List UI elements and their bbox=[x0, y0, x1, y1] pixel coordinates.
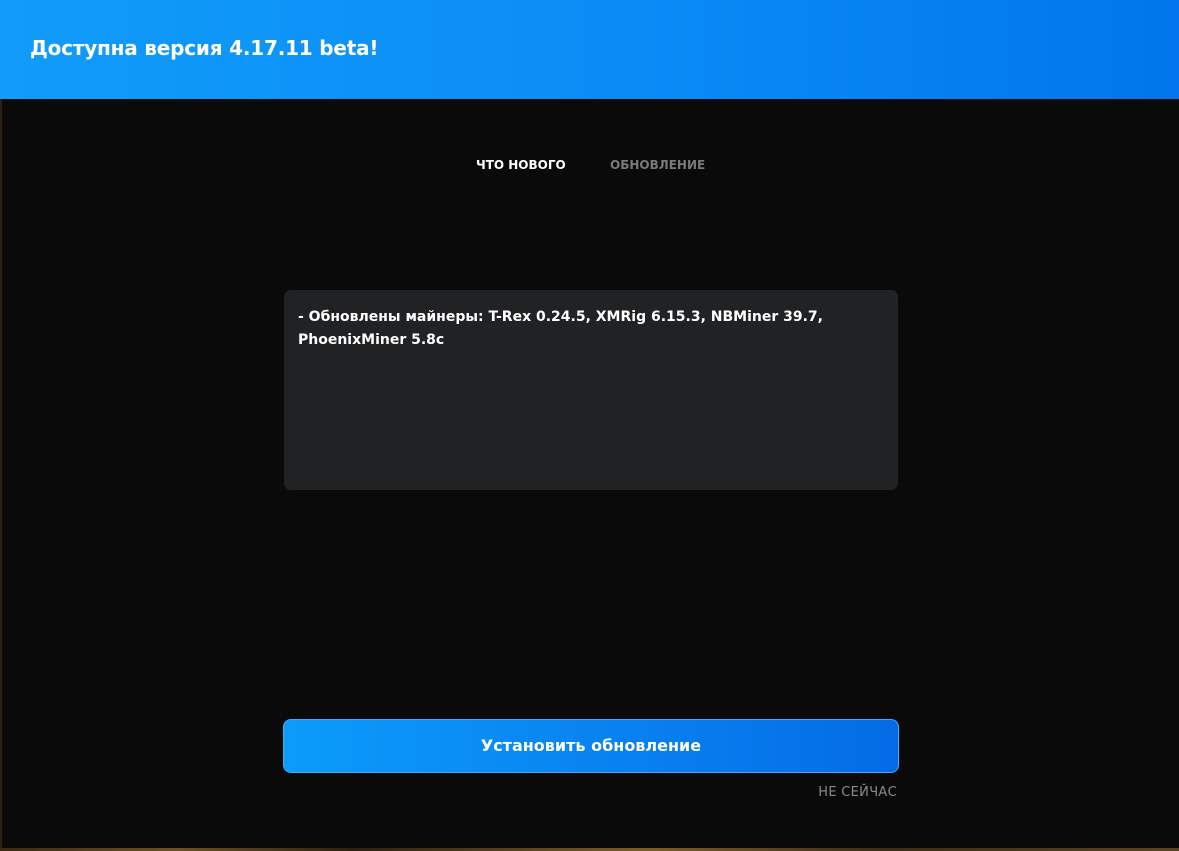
install-update-button[interactable]: Установить обновление bbox=[283, 719, 899, 773]
dialog-header: Доступна версия 4.17.11 beta! bbox=[0, 0, 1179, 99]
tab-whats-new[interactable]: ЧТО НОВОГО bbox=[476, 158, 566, 172]
tab-bar: ЧТО НОВОГО ОБНОВЛЕНИЕ bbox=[0, 158, 1179, 176]
window-edge bbox=[0, 99, 2, 851]
release-notes-text: - Обновлены майнеры: T-Rex 0.24.5, XMRig… bbox=[298, 309, 823, 348]
tab-update[interactable]: ОБНОВЛЕНИЕ bbox=[610, 158, 705, 172]
release-notes-panel[interactable]: - Обновлены майнеры: T-Rex 0.24.5, XMRig… bbox=[284, 290, 898, 490]
dialog-title: Доступна версия 4.17.11 beta! bbox=[30, 36, 379, 60]
not-now-link[interactable]: НЕ СЕЙЧАС bbox=[818, 785, 897, 800]
update-dialog: Доступна версия 4.17.11 beta! ЧТО НОВОГО… bbox=[0, 0, 1179, 851]
